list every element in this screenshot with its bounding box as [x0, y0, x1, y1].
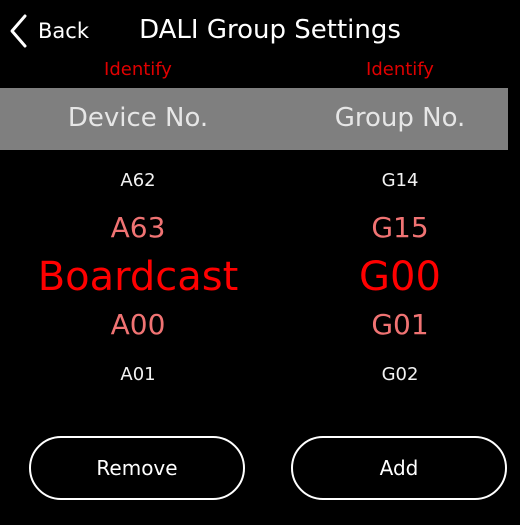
group-picker-item[interactable]: G14 — [275, 169, 520, 193]
remove-button[interactable]: Remove — [29, 436, 245, 500]
group-picker-item[interactable]: G01 — [275, 308, 520, 342]
device-picker-selected[interactable]: Boardcast — [13, 254, 263, 300]
group-picker-selected[interactable]: G00 — [275, 254, 520, 300]
device-picker[interactable]: A62 A63 Boardcast A00 A01 — [13, 160, 263, 400]
device-picker-item[interactable]: A63 — [13, 211, 263, 245]
device-picker-item[interactable]: A00 — [13, 308, 263, 342]
back-label: Back — [38, 18, 89, 43]
device-picker-item[interactable]: A01 — [13, 363, 263, 387]
device-identify-button[interactable]: Identify — [78, 58, 198, 82]
group-column-title: Group No. — [334, 103, 466, 133]
device-column-title: Device No. — [67, 103, 209, 133]
chevron-left-icon — [10, 14, 27, 48]
device-picker-item[interactable]: A62 — [13, 169, 263, 193]
group-identify-button[interactable]: Identify — [340, 58, 460, 82]
back-button[interactable]: Back — [8, 12, 89, 50]
group-picker-item[interactable]: G15 — [275, 211, 520, 245]
group-picker[interactable]: G14 G15 G00 G01 G02 — [275, 160, 520, 400]
add-button[interactable]: Add — [291, 436, 507, 500]
group-picker-item[interactable]: G02 — [275, 363, 520, 387]
page-title: DALI Group Settings — [139, 15, 401, 45]
